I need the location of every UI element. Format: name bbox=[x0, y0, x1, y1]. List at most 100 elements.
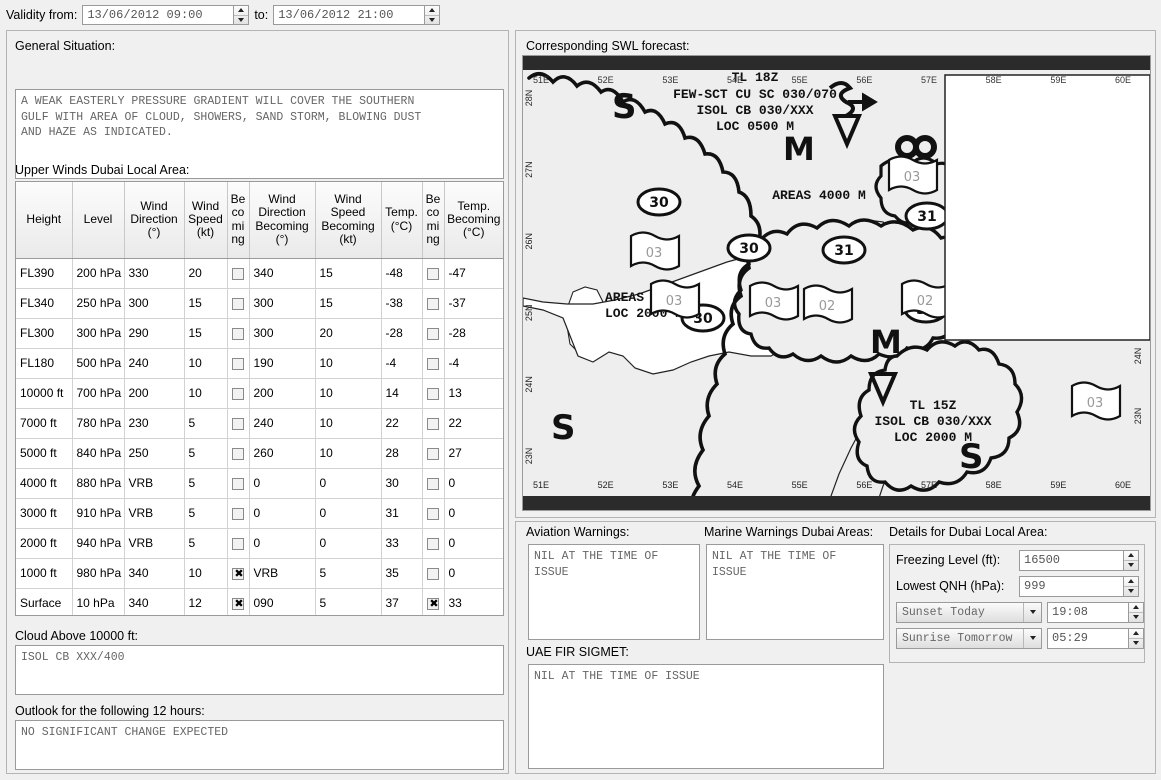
wind-becoming-checkbox-cell[interactable] bbox=[227, 288, 250, 319]
cell-wind-dir[interactable]: VRB bbox=[124, 468, 185, 499]
table-row[interactable]: 3000 ft 910 hPa VRB 5 0 0 31 0 bbox=[16, 498, 503, 529]
cell-wind-speed[interactable]: 5 bbox=[184, 438, 228, 469]
cell-wind-speed-becoming[interactable]: 10 bbox=[315, 408, 382, 439]
sunrise-time-input[interactable]: 05:29 bbox=[1047, 627, 1129, 649]
table-row[interactable]: 7000 ft 780 hPa 230 5 240 10 22 22 bbox=[16, 408, 503, 439]
cell-wind-speed[interactable]: 10 bbox=[184, 558, 228, 589]
cell-wind-dir-becoming[interactable]: 0 bbox=[249, 528, 316, 559]
temp-becoming-checkbox-cell[interactable] bbox=[422, 258, 445, 289]
sunrise-spin-buttons[interactable] bbox=[1129, 627, 1144, 649]
cell-temp-becoming[interactable]: 0 bbox=[444, 498, 503, 529]
freezing-level-input[interactable]: 16500 bbox=[1019, 549, 1124, 571]
freezing-level-spinner[interactable]: 16500 bbox=[1019, 549, 1139, 571]
cell-temp-becoming[interactable]: 0 bbox=[444, 558, 503, 589]
cell-temp[interactable]: 37 bbox=[381, 588, 423, 615]
table-row[interactable]: 5000 ft 840 hPa 250 5 260 10 28 27 bbox=[16, 438, 503, 469]
spin-up-icon[interactable] bbox=[1124, 577, 1138, 587]
cell-wind-dir-becoming[interactable]: 0 bbox=[249, 468, 316, 499]
cell-temp-becoming[interactable]: -4 bbox=[444, 348, 503, 379]
column-header-6[interactable]: Wind Speed Becoming (kt) bbox=[315, 182, 382, 259]
temp-becoming-checkbox-cell[interactable] bbox=[422, 498, 445, 529]
cell-temp-becoming[interactable]: 22 bbox=[444, 408, 503, 439]
cell-wind-speed[interactable]: 5 bbox=[184, 528, 228, 559]
spin-up-icon[interactable] bbox=[1129, 629, 1143, 639]
cell-level[interactable]: 200 hPa bbox=[72, 258, 125, 289]
cell-level[interactable]: 500 hPa bbox=[72, 348, 125, 379]
table-row[interactable]: FL180 500 hPa 240 10 190 10 -4 -4 bbox=[16, 348, 503, 379]
cell-wind-speed[interactable]: 5 bbox=[184, 468, 228, 499]
lowest-qnh-spinner[interactable]: 999 bbox=[1019, 575, 1139, 597]
cell-height[interactable]: FL300 bbox=[16, 318, 73, 349]
column-header-7[interactable]: Temp. (°C) bbox=[381, 182, 423, 259]
cell-level[interactable]: 10 hPa bbox=[72, 588, 125, 615]
chevron-down-icon[interactable] bbox=[1023, 602, 1041, 622]
cell-wind-dir-becoming[interactable]: VRB bbox=[249, 558, 316, 589]
cell-wind-speed-becoming[interactable]: 5 bbox=[315, 588, 382, 615]
checkbox-icon[interactable] bbox=[427, 417, 439, 430]
sunset-select[interactable]: Sunset Today bbox=[896, 601, 1042, 623]
table-row[interactable]: FL340 250 hPa 300 15 300 15 -38 -37 bbox=[16, 288, 503, 319]
cell-wind-dir[interactable]: 330 bbox=[124, 258, 185, 289]
uae-fir-sigmet-textarea[interactable]: NIL AT THE TIME OF ISSUE bbox=[528, 664, 884, 769]
wind-becoming-checkbox-cell[interactable] bbox=[227, 558, 250, 589]
cell-wind-speed[interactable]: 12 bbox=[184, 588, 228, 615]
sunset-time-spinner[interactable]: 19:08 bbox=[1047, 601, 1144, 623]
cell-temp[interactable]: 30 bbox=[381, 468, 423, 499]
cell-wind-speed[interactable]: 15 bbox=[184, 318, 228, 349]
column-header-8[interactable]: Be co mi ng bbox=[422, 182, 445, 259]
lowest-qnh-input[interactable]: 999 bbox=[1019, 575, 1124, 597]
cell-height[interactable]: 4000 ft bbox=[16, 468, 73, 499]
cell-height[interactable]: Surface bbox=[16, 588, 73, 615]
wind-becoming-checkbox-cell[interactable] bbox=[227, 438, 250, 469]
table-row[interactable]: FL390 200 hPa 330 20 340 15 -48 -47 bbox=[16, 258, 503, 289]
cell-temp-becoming[interactable]: -47 bbox=[444, 258, 503, 289]
cell-temp[interactable]: -48 bbox=[381, 258, 423, 289]
validity-to-spin-buttons[interactable] bbox=[425, 5, 441, 25]
cell-wind-dir[interactable]: 340 bbox=[124, 588, 185, 615]
temp-becoming-checkbox-cell[interactable] bbox=[422, 558, 445, 589]
outlook-textarea[interactable]: NO SIGNIFICANT CHANGE EXPECTED bbox=[15, 720, 504, 770]
cell-level[interactable]: 910 hPa bbox=[72, 498, 125, 529]
cell-level[interactable]: 250 hPa bbox=[72, 288, 125, 319]
sunrise-time-spinner[interactable]: 05:29 bbox=[1047, 627, 1144, 649]
checkbox-icon[interactable] bbox=[427, 567, 439, 580]
checkbox-icon[interactable] bbox=[427, 357, 439, 370]
sunrise-select[interactable]: Sunrise Tomorrow bbox=[896, 627, 1042, 649]
swl-forecast-map[interactable]: TL 18Z FEW-SCT CU SC 030/070 ISOL CB 030… bbox=[522, 55, 1151, 511]
checkbox-icon[interactable] bbox=[427, 537, 439, 550]
checkbox-icon[interactable] bbox=[232, 327, 244, 340]
cell-wind-speed-becoming[interactable]: 0 bbox=[315, 498, 382, 529]
wind-becoming-checkbox-cell[interactable] bbox=[227, 498, 250, 529]
temp-becoming-checkbox-cell[interactable] bbox=[422, 348, 445, 379]
cell-height[interactable]: 2000 ft bbox=[16, 528, 73, 559]
cell-wind-dir[interactable]: VRB bbox=[124, 498, 185, 529]
checkbox-icon[interactable] bbox=[427, 477, 439, 490]
cell-level[interactable]: 780 hPa bbox=[72, 408, 125, 439]
wind-becoming-checkbox-cell[interactable] bbox=[227, 528, 250, 559]
temp-becoming-checkbox-cell[interactable] bbox=[422, 588, 445, 615]
checkbox-icon[interactable] bbox=[232, 297, 244, 310]
cell-wind-dir[interactable]: 250 bbox=[124, 438, 185, 469]
temp-becoming-checkbox-cell[interactable] bbox=[422, 408, 445, 439]
cell-wind-speed-becoming[interactable]: 15 bbox=[315, 288, 382, 319]
spin-up-icon[interactable] bbox=[1129, 603, 1143, 613]
column-header-1[interactable]: Level bbox=[72, 182, 125, 259]
checkbox-icon[interactable] bbox=[427, 297, 439, 310]
chevron-down-icon[interactable] bbox=[1023, 628, 1041, 648]
cell-wind-dir-becoming[interactable]: 260 bbox=[249, 438, 316, 469]
cell-height[interactable]: FL180 bbox=[16, 348, 73, 379]
checkbox-icon[interactable] bbox=[232, 567, 245, 581]
cell-wind-speed[interactable]: 20 bbox=[184, 258, 228, 289]
checkbox-icon[interactable] bbox=[232, 477, 244, 490]
checkbox-icon[interactable] bbox=[427, 327, 439, 340]
cell-height[interactable]: FL390 bbox=[16, 258, 73, 289]
spin-down-icon[interactable] bbox=[1124, 561, 1138, 570]
cell-wind-dir[interactable]: 230 bbox=[124, 408, 185, 439]
temp-becoming-checkbox-cell[interactable] bbox=[422, 288, 445, 319]
checkbox-icon[interactable] bbox=[232, 537, 244, 550]
cell-level[interactable]: 880 hPa bbox=[72, 468, 125, 499]
cell-wind-dir-becoming[interactable]: 300 bbox=[249, 288, 316, 319]
validity-to-input[interactable]: 13/06/2012 21:00 bbox=[273, 5, 426, 25]
spin-up-icon[interactable] bbox=[425, 6, 440, 16]
cell-wind-speed[interactable]: 15 bbox=[184, 288, 228, 319]
